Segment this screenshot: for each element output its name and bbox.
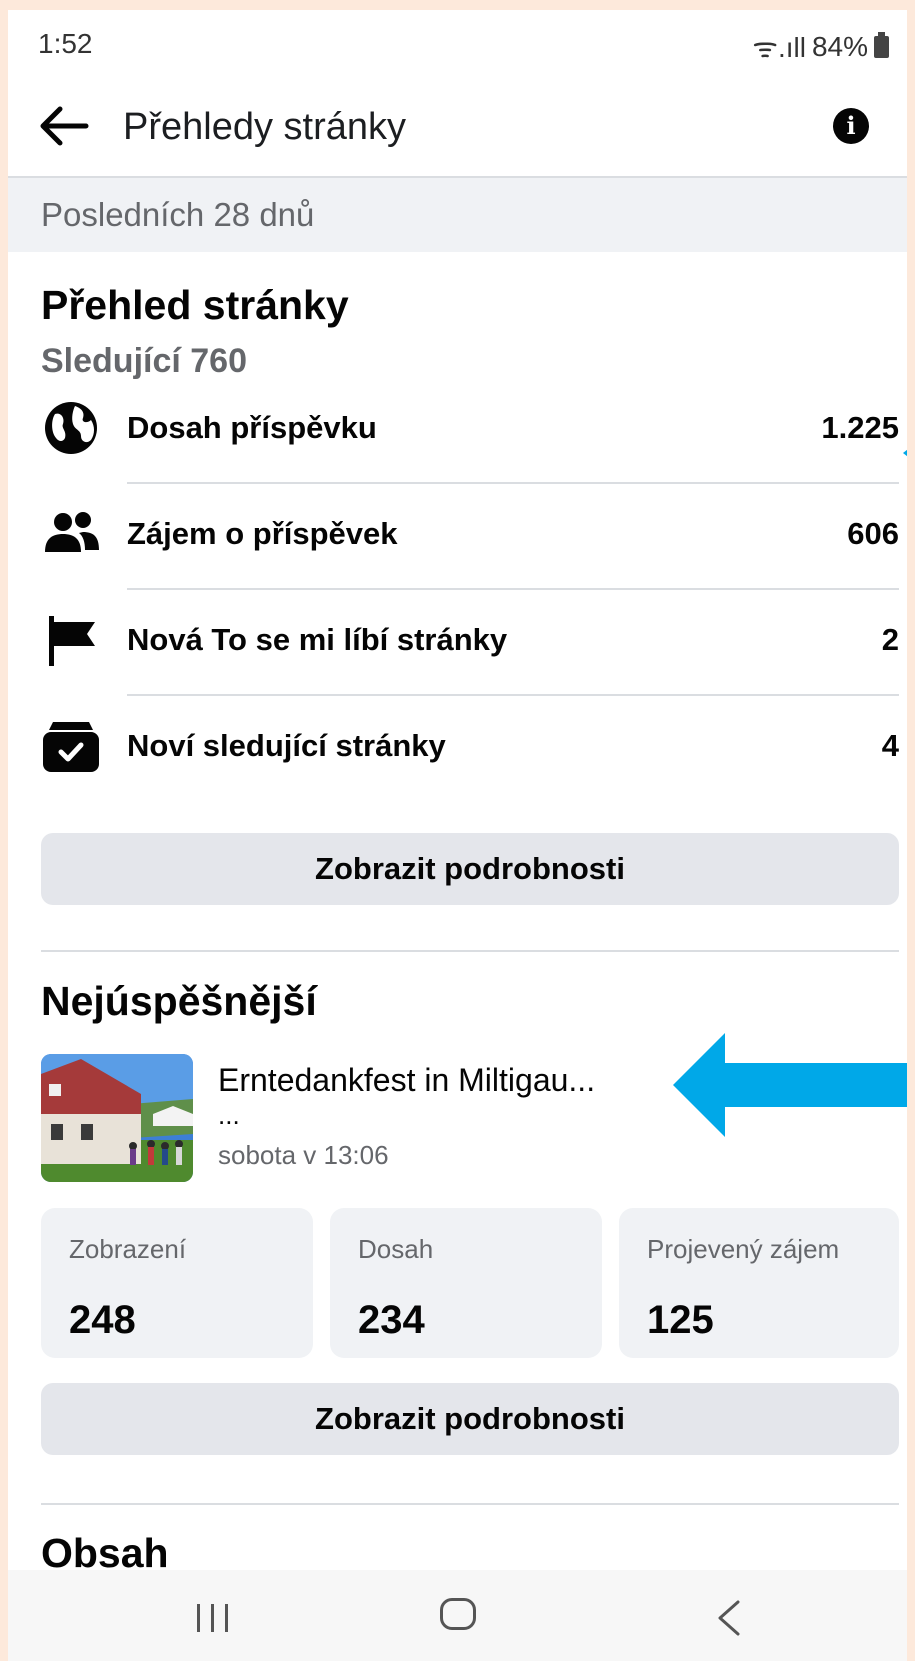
status-time: 1:52 — [38, 28, 93, 59]
app-bar: Přehledy stránky i — [8, 80, 907, 178]
follow-check-icon — [43, 722, 99, 772]
metric-value: 606 — [847, 516, 899, 551]
post-ellipsis: ... — [218, 1100, 240, 1130]
page-title: Přehledy stránky — [123, 106, 407, 148]
phone-screen: 1:52 ᯤ.ıll 84% Přehledy stránky i Posled… — [8, 10, 907, 1661]
top-posts-title: Nejúspěšnější — [41, 978, 317, 1024]
metric-row-new-likes[interactable]: Nová To se mi líbí stránky 2 — [41, 590, 899, 696]
back-arrow-icon[interactable] — [38, 104, 90, 148]
annotation-arrow-icon — [673, 1033, 907, 1137]
globe-icon — [45, 402, 97, 454]
overview-title: Přehled stránky — [41, 282, 349, 328]
stat-value: 125 — [647, 1298, 714, 1342]
stat-value: 248 — [69, 1298, 136, 1342]
post-date: sobota v 13:06 — [218, 1140, 389, 1170]
metric-row-post-engagement[interactable]: Zájem o příspěvek 606 — [41, 484, 899, 590]
section-divider — [41, 950, 899, 952]
system-nav-bar — [8, 1570, 907, 1661]
overview-details-button[interactable]: Zobrazit podrobnosti — [41, 833, 899, 905]
metric-value: 2 — [881, 622, 899, 657]
post-title[interactable]: Erntedankfest in Miltigau... — [218, 1062, 595, 1099]
metric-row-new-followers[interactable]: Noví sledující stránky 4 — [41, 696, 899, 802]
top-post-details-button[interactable]: Zobrazit podrobnosti — [41, 1383, 899, 1455]
battery-icon — [874, 32, 889, 58]
people-icon — [45, 512, 99, 552]
metric-value: 4 — [881, 728, 899, 763]
stat-label: Zobrazení — [69, 1234, 187, 1264]
status-bar: 1:52 ᯤ.ıll 84% — [8, 10, 907, 80]
annotation-arrow-small-icon — [903, 449, 907, 457]
info-icon[interactable]: i — [833, 108, 869, 144]
signal-icon: ᯤ.ıll — [752, 32, 806, 63]
stat-card-reach[interactable]: Dosah 234 — [330, 1208, 602, 1358]
stat-label: Projevený zájem — [647, 1234, 840, 1264]
stat-label: Dosah — [358, 1234, 434, 1264]
followers-count: Sledující 760 — [41, 342, 247, 380]
date-range-selector[interactable]: Posledních 28 dnů — [8, 178, 907, 252]
date-range-label: Posledních 28 dnů — [41, 196, 315, 233]
metric-label: Noví sledující stránky — [127, 728, 446, 763]
metric-label: Zájem o příspěvek — [127, 516, 398, 551]
metric-row-post-reach[interactable]: Dosah příspěvku 1.225 — [41, 378, 899, 484]
flag-icon — [49, 616, 95, 666]
battery-percent: 84% — [811, 31, 868, 62]
metric-label: Dosah příspěvku — [127, 410, 377, 445]
metric-value: 1.225 — [821, 410, 899, 445]
metric-label: Nová To se mi líbí stránky — [127, 622, 508, 657]
stat-value: 234 — [358, 1298, 425, 1342]
system-back-icon[interactable] — [714, 1600, 744, 1636]
section-divider — [41, 1503, 899, 1505]
home-icon[interactable] — [440, 1598, 476, 1630]
stat-card-impressions[interactable]: Zobrazení 248 — [41, 1208, 313, 1358]
recent-apps-icon[interactable] — [193, 1602, 233, 1634]
post-thumbnail-image[interactable] — [41, 1054, 193, 1182]
stat-card-engagement[interactable]: Projevený zájem 125 — [619, 1208, 899, 1358]
status-indicators: ᯤ.ıll 84% — [752, 28, 889, 66]
